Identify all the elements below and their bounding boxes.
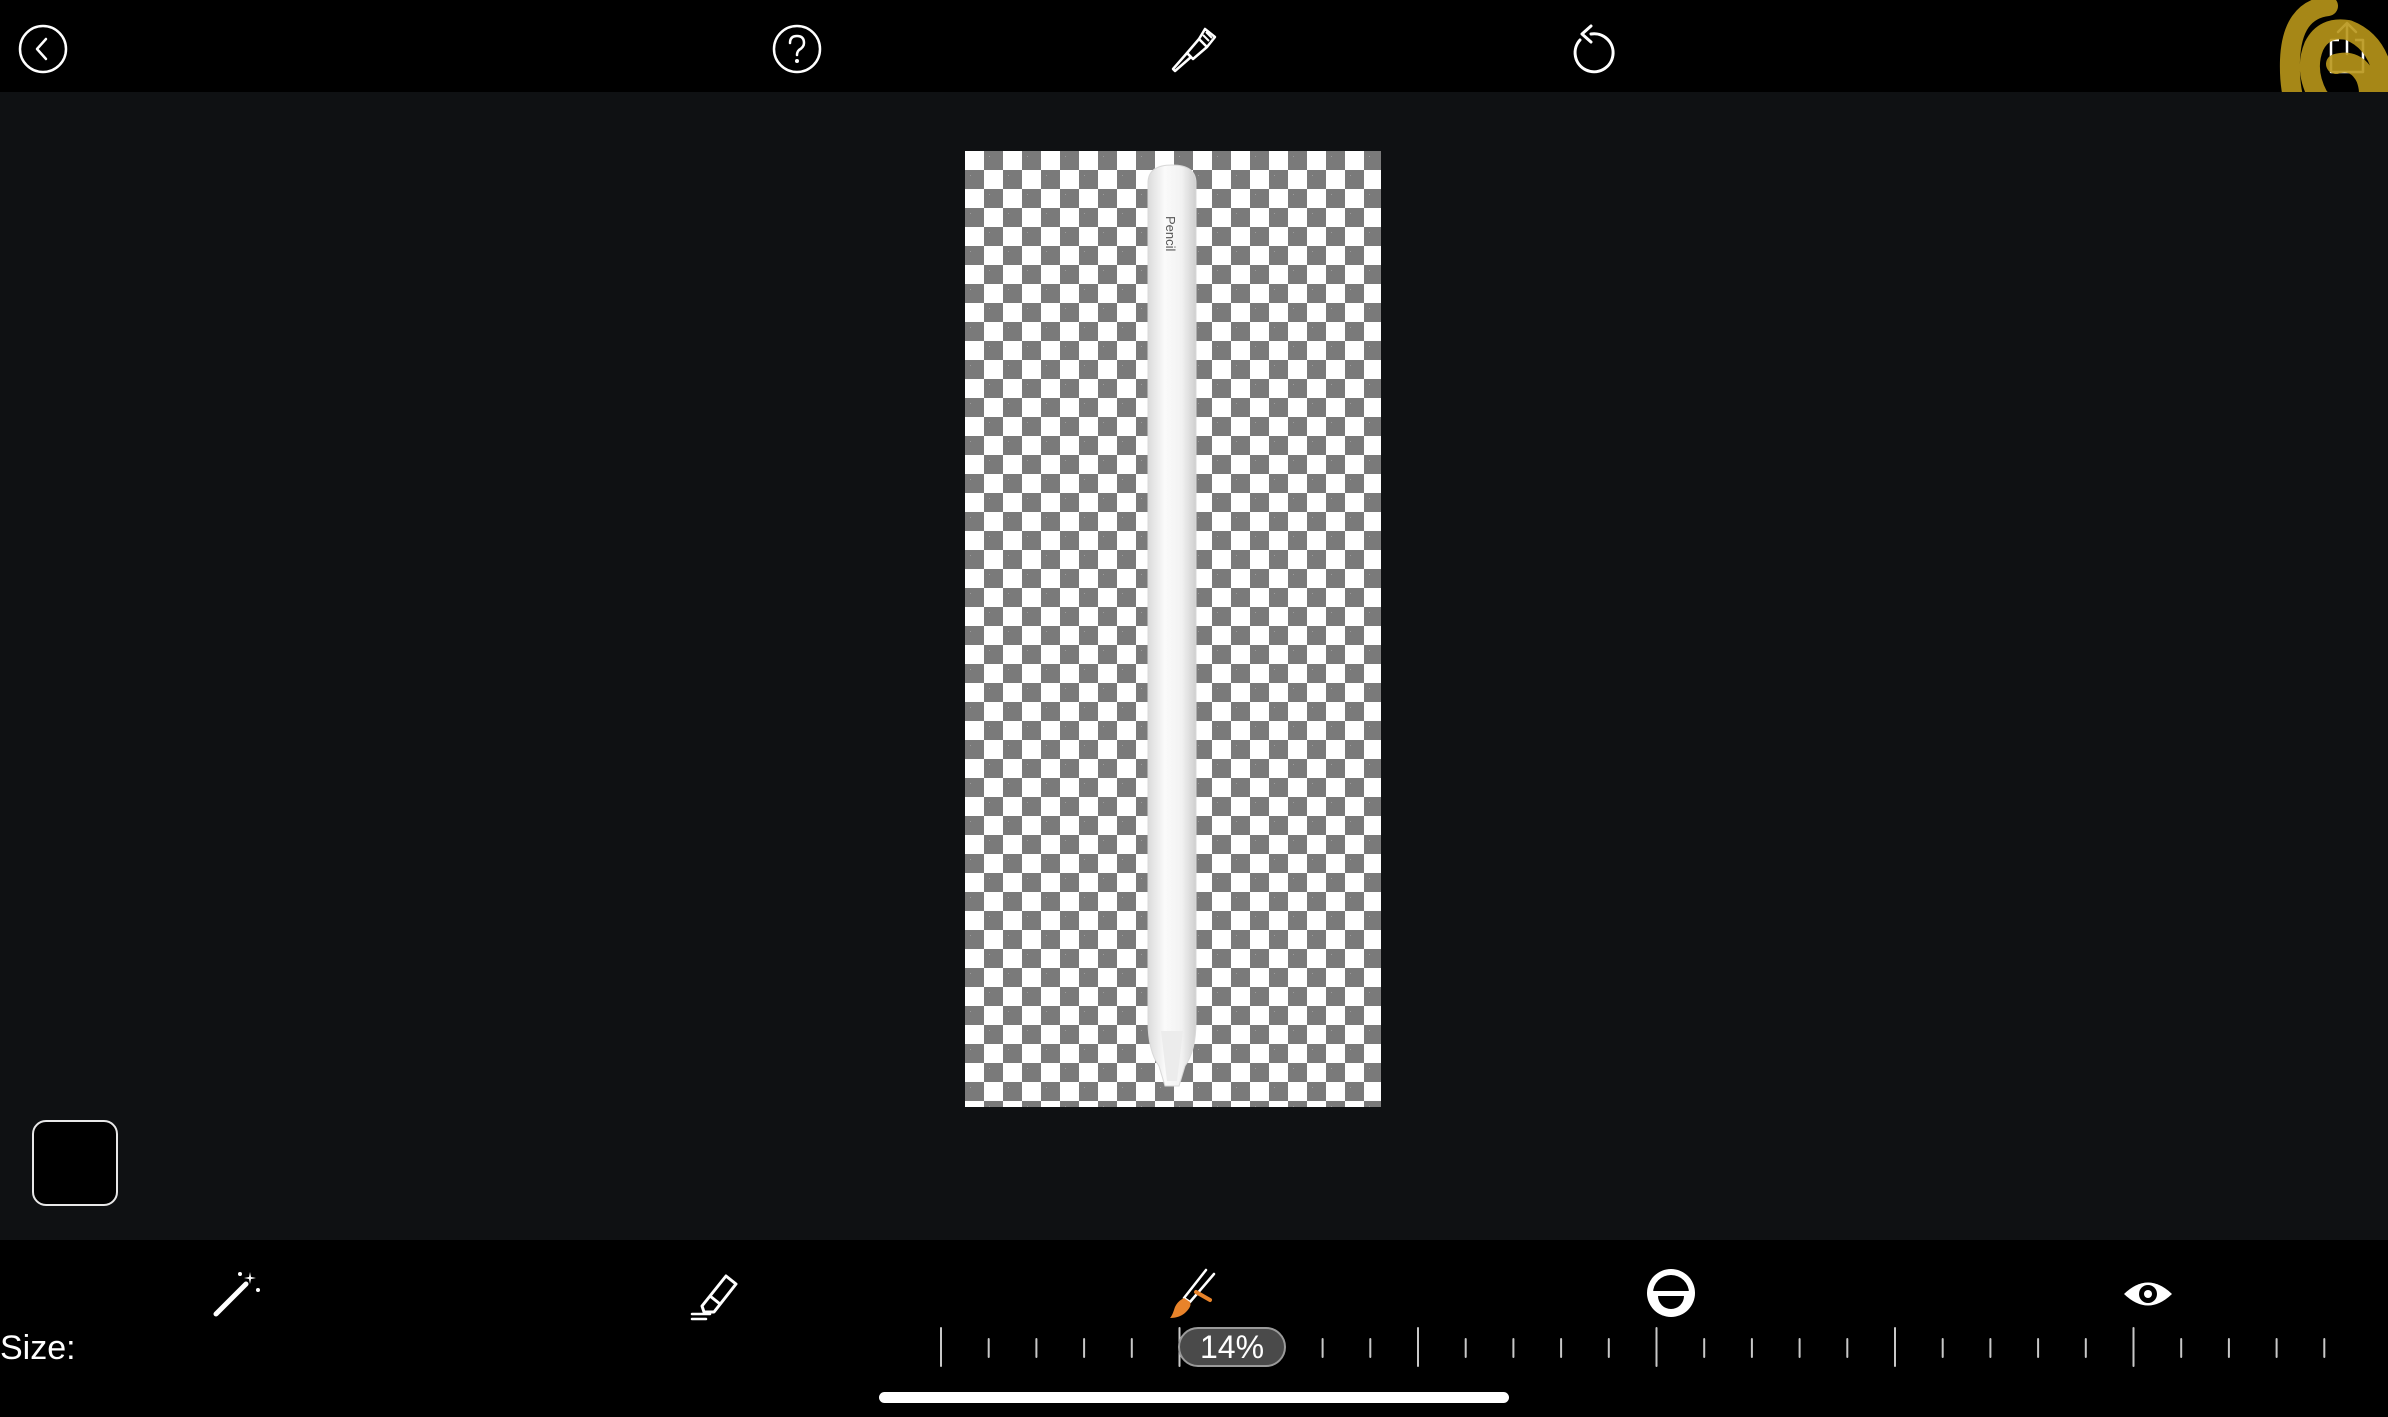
back-button[interactable] — [16, 22, 70, 76]
color-swatch-button[interactable] — [32, 1120, 118, 1206]
question-circle-icon — [772, 24, 822, 74]
preview-eye-button[interactable] — [2120, 1276, 2176, 1312]
size-value-badge: 14% — [1178, 1327, 1286, 1367]
undo-button[interactable] — [1562, 20, 1620, 78]
top-toolbar — [0, 0, 2388, 92]
brush-settings-button[interactable] — [1164, 20, 1222, 78]
magic-wand-button[interactable] — [210, 1266, 264, 1320]
hardness-toggle-icon — [1647, 1269, 1695, 1317]
magic-wand-icon — [213, 1272, 260, 1317]
preview-eye-icon — [2124, 1282, 2172, 1306]
apple-pencil-image: Pencil — [1147, 164, 1197, 1087]
pencil-label: Pencil — [1163, 216, 1178, 252]
eraser-icon — [690, 1274, 738, 1321]
size-label: Size: — [0, 1329, 76, 1367]
size-slider[interactable] — [930, 1324, 2370, 1372]
hardness-toggle-button[interactable] — [1644, 1266, 1698, 1320]
home-indicator[interactable] — [879, 1392, 1509, 1403]
brush-settings-icon — [1171, 27, 1217, 73]
eraser-button[interactable] — [688, 1266, 744, 1322]
help-button[interactable] — [770, 22, 824, 76]
brush-button[interactable] — [1166, 1264, 1222, 1322]
chevron-left-circle-icon — [18, 24, 68, 74]
image-canvas[interactable]: Pencil — [965, 151, 1381, 1107]
brush-icon — [1170, 1268, 1216, 1318]
undo-icon — [1573, 24, 1615, 74]
